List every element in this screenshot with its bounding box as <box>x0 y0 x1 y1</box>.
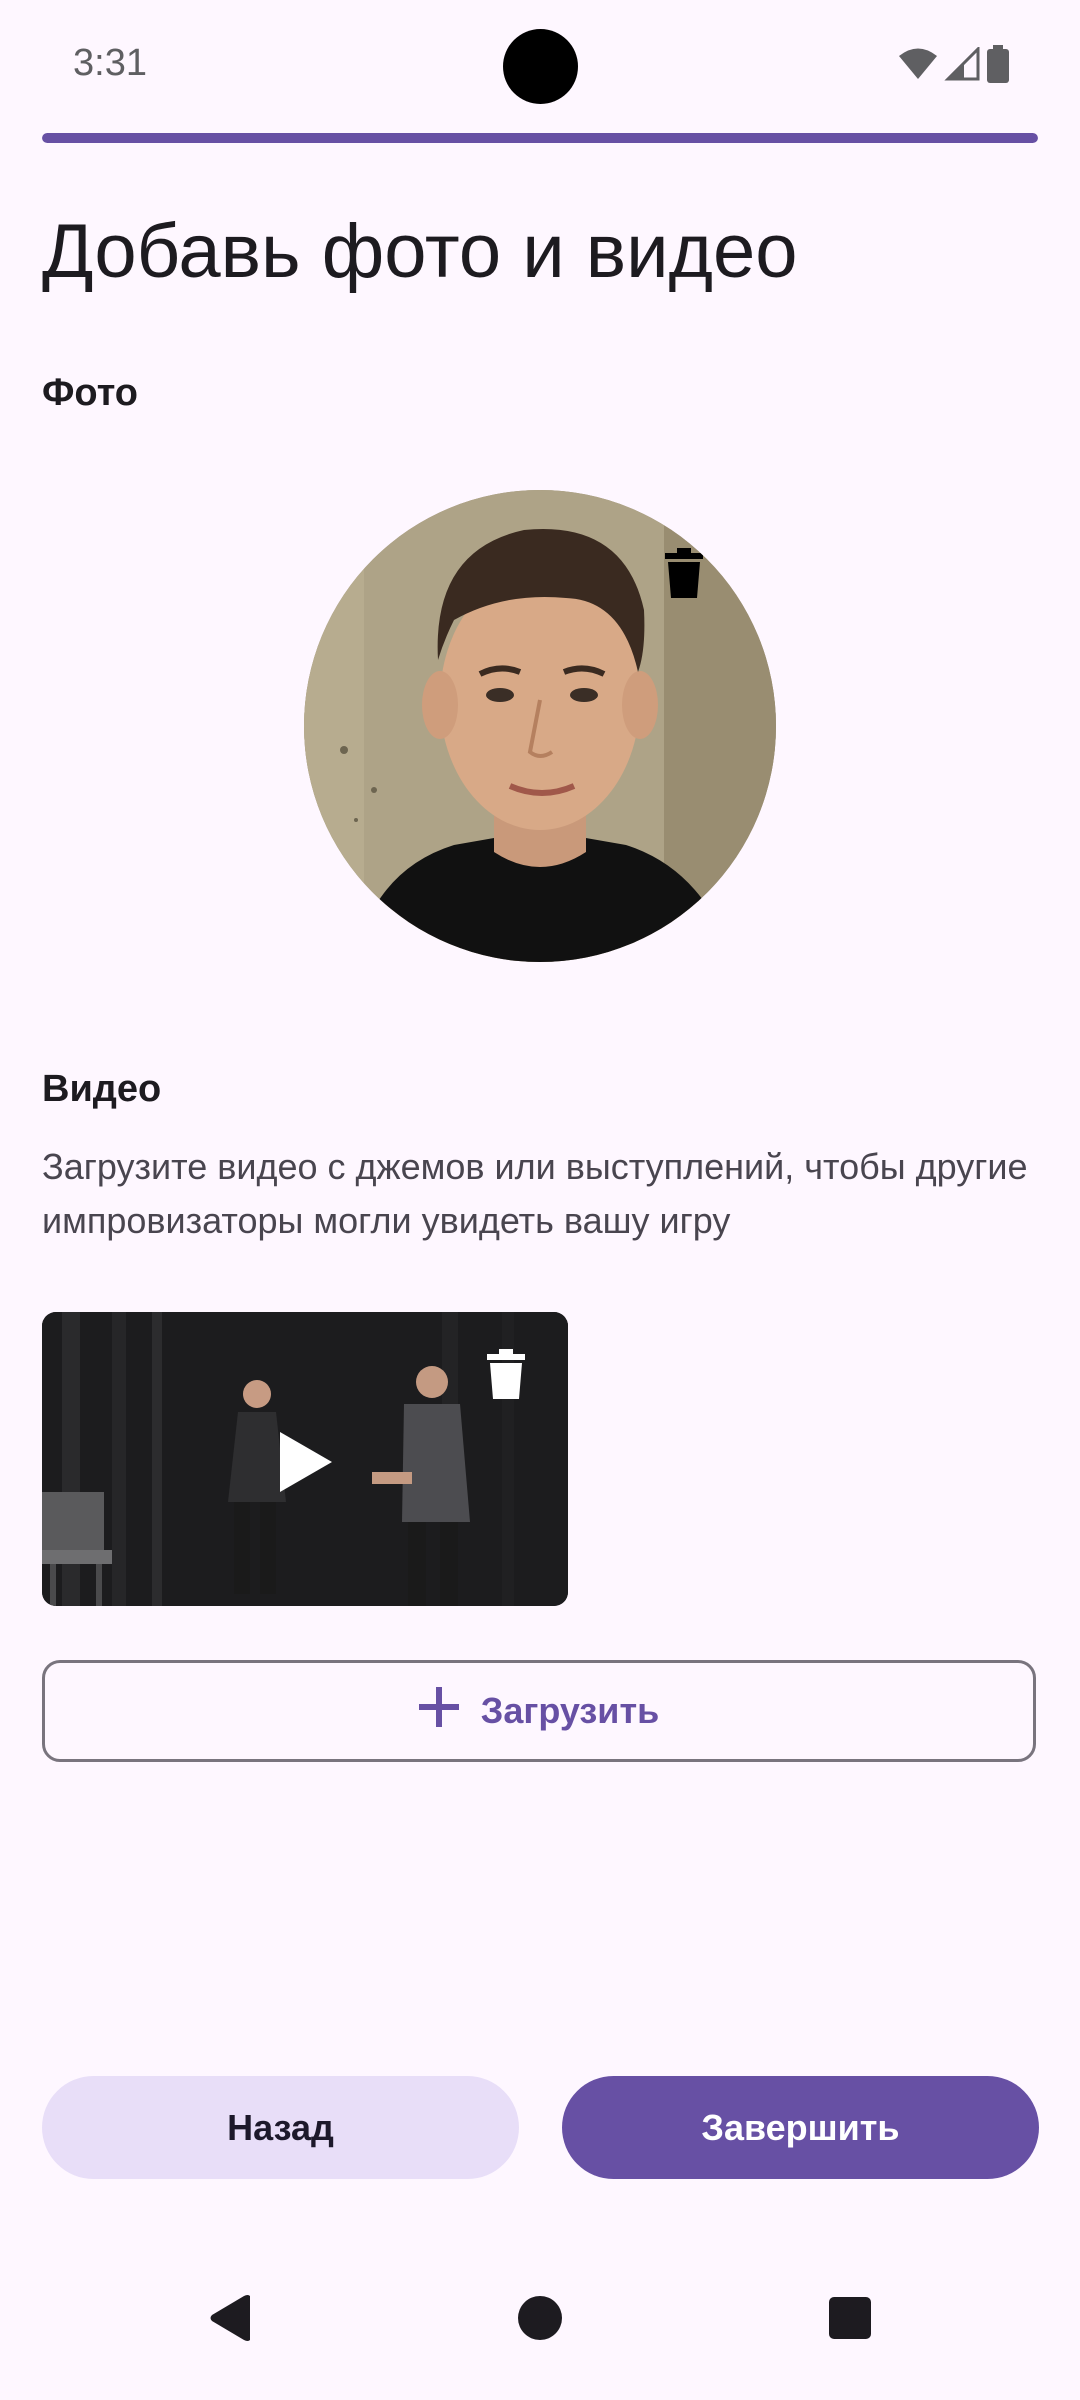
nav-home-button[interactable] <box>500 2280 580 2360</box>
profile-photo[interactable] <box>304 490 776 962</box>
video-section-label: Видео <box>42 1068 162 1110</box>
system-navigation-bar <box>0 2280 1080 2400</box>
wifi-icon <box>898 47 938 86</box>
upload-button[interactable]: Загрузить <box>42 1660 1036 1762</box>
back-button[interactable]: Назад <box>42 2076 519 2179</box>
back-button-label: Назад <box>227 2106 334 2148</box>
play-icon[interactable] <box>278 1430 334 1499</box>
home-circle-icon <box>517 2295 563 2346</box>
back-triangle-icon <box>208 2294 252 2347</box>
trash-icon <box>487 1348 525 1404</box>
upload-button-label: Загрузить <box>480 1690 660 1731</box>
photo-video-screen: 3:31 Добавь фото и видео Фото Видео Загр… <box>0 0 1080 2400</box>
recents-square-icon <box>829 2296 871 2344</box>
nav-back-button[interactable] <box>190 2280 270 2360</box>
video-section-description: Загрузите видео с джемов или выступлений… <box>42 1146 1028 1241</box>
finish-button[interactable]: Завершить <box>562 2076 1039 2179</box>
camera-cutout <box>503 29 578 104</box>
finish-button-label: Завершить <box>701 2106 900 2148</box>
photo-delete-button[interactable] <box>659 545 709 605</box>
nav-recents-button[interactable] <box>810 2280 890 2360</box>
status-icons <box>898 44 1010 88</box>
signal-icon <box>944 44 980 86</box>
photo-section-label: Фото <box>42 372 139 414</box>
status-bar: 3:31 <box>0 0 1080 130</box>
page-title: Добавь фото и видео <box>42 209 798 294</box>
step-progress-fill <box>42 133 1038 143</box>
status-time: 3:31 <box>73 42 147 84</box>
video-thumbnail[interactable] <box>42 1312 568 1606</box>
plus-icon <box>418 1686 459 1736</box>
battery-icon <box>986 44 1010 88</box>
step-progress-bar <box>42 133 1038 143</box>
video-delete-button[interactable] <box>482 1348 530 1404</box>
trash-icon <box>665 547 703 603</box>
